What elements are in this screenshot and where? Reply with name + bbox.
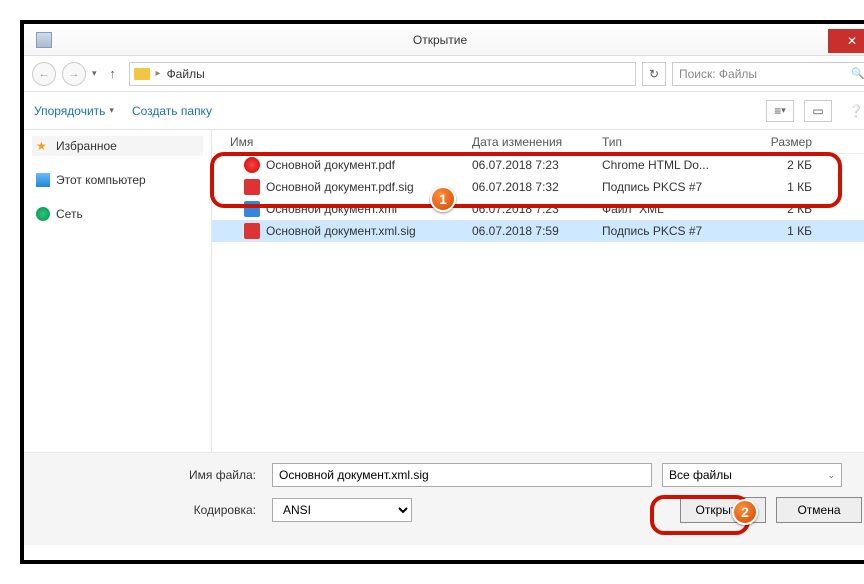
col-date[interactable]: Дата изменения bbox=[472, 135, 602, 149]
address-bar[interactable]: ▸ Файлы bbox=[129, 62, 636, 86]
sidebar-network[interactable]: Сеть bbox=[32, 204, 203, 224]
file-type: Подпись PKCS #7 bbox=[602, 224, 752, 238]
close-button[interactable]: ✕ bbox=[828, 29, 864, 53]
app-icon bbox=[36, 32, 52, 48]
folder-icon bbox=[134, 68, 150, 80]
col-name[interactable]: Имя bbox=[212, 135, 472, 149]
view-options-button[interactable]: ≡ ▾ bbox=[766, 100, 794, 122]
toolbar: Упорядочить ▾ Создать папку ≡ ▾ ▭ ❔ bbox=[24, 92, 864, 130]
history-dropdown[interactable]: ▾ bbox=[92, 68, 97, 79]
file-size: 1 КБ bbox=[752, 224, 822, 238]
file-row[interactable]: Основной документ.xml 06.07.2018 7:23Файл… bbox=[212, 198, 864, 220]
sidebar-computer[interactable]: Этот компьютер bbox=[32, 170, 203, 190]
bottom-panel: Имя файла: Все файлы ⌄ Кодировка: ANSI О… bbox=[24, 452, 864, 545]
breadcrumb-item[interactable]: Файлы bbox=[167, 67, 205, 81]
col-size[interactable]: Размер bbox=[752, 135, 822, 149]
network-icon bbox=[36, 207, 50, 221]
file-date: 06.07.2018 7:23 bbox=[472, 202, 602, 216]
help-button[interactable]: ❔ bbox=[842, 100, 864, 122]
up-button[interactable]: ↑ bbox=[103, 64, 123, 84]
file-size: 2 КБ bbox=[752, 202, 822, 216]
breadcrumb-sep-icon: ▸ bbox=[156, 68, 161, 79]
file-date: 06.07.2018 7:59 bbox=[472, 224, 602, 238]
file-date: 06.07.2018 7:32 bbox=[472, 180, 602, 194]
nav-bar: ← → ▾ ↑ ▸ Файлы ↻ Поиск: Файлы bbox=[24, 56, 864, 92]
new-folder-button[interactable]: Создать папку bbox=[132, 104, 212, 118]
organize-menu[interactable]: Упорядочить ▾ bbox=[34, 104, 114, 118]
star-icon: ★ bbox=[36, 139, 50, 153]
file-type-icon bbox=[244, 201, 260, 217]
encoding-label: Кодировка: bbox=[42, 503, 262, 517]
file-date: 06.07.2018 7:23 bbox=[472, 158, 602, 172]
file-type: Chrome HTML Do... bbox=[602, 158, 752, 172]
file-row[interactable]: Основной документ.pdf 06.07.2018 7:23Chro… bbox=[212, 154, 864, 176]
file-type-filter[interactable]: Все файлы ⌄ bbox=[662, 463, 842, 487]
file-name: Основной документ.xml bbox=[266, 202, 397, 216]
column-headers: Имя Дата изменения Тип Размер bbox=[212, 130, 864, 154]
encoding-select[interactable]: ANSI bbox=[272, 498, 412, 522]
body-area: ★ Избранное Этот компьютер Сеть Имя Дата… bbox=[24, 130, 864, 452]
file-name: Основной документ.pdf.sig bbox=[266, 180, 414, 194]
file-list: Имя Дата изменения Тип Размер Основной д… bbox=[212, 130, 864, 452]
file-row[interactable]: Основной документ.xml.sig 06.07.2018 7:59… bbox=[212, 220, 864, 242]
search-input[interactable]: Поиск: Файлы bbox=[672, 62, 864, 86]
search-placeholder: Поиск: Файлы bbox=[679, 67, 757, 81]
computer-icon bbox=[36, 173, 50, 187]
cancel-button[interactable]: Отмена bbox=[776, 497, 862, 523]
file-type-icon bbox=[244, 223, 260, 239]
file-name: Основной документ.xml.sig bbox=[266, 224, 416, 238]
sidebar-favorites[interactable]: ★ Избранное bbox=[32, 136, 203, 156]
file-type-icon bbox=[244, 179, 260, 195]
file-size: 2 КБ bbox=[752, 158, 822, 172]
file-name: Основной документ.pdf bbox=[266, 158, 395, 172]
refresh-button[interactable]: ↻ bbox=[642, 62, 666, 86]
col-type[interactable]: Тип bbox=[602, 135, 752, 149]
chevron-down-icon: ⌄ bbox=[827, 470, 835, 481]
chevron-down-icon: ▾ bbox=[109, 105, 114, 116]
open-button[interactable]: Открыть ▾ bbox=[680, 497, 766, 523]
file-type: Файл "XML" bbox=[602, 202, 752, 216]
file-open-dialog: Открытие ✕ ← → ▾ ↑ ▸ Файлы ↻ Поиск: Файл… bbox=[20, 20, 864, 564]
filename-input[interactable] bbox=[272, 463, 652, 487]
window-title: Открытие bbox=[52, 33, 828, 47]
preview-pane-button[interactable]: ▭ bbox=[804, 100, 832, 122]
file-type-icon bbox=[244, 157, 260, 173]
file-row[interactable]: Основной документ.pdf.sig 06.07.2018 7:32… bbox=[212, 176, 864, 198]
sidebar: ★ Избранное Этот компьютер Сеть bbox=[24, 130, 212, 452]
forward-button[interactable]: → bbox=[62, 62, 86, 86]
titlebar: Открытие ✕ bbox=[24, 24, 864, 56]
file-size: 1 КБ bbox=[752, 180, 822, 194]
back-button[interactable]: ← bbox=[32, 62, 56, 86]
filename-label: Имя файла: bbox=[42, 468, 262, 482]
file-type: Подпись PKCS #7 bbox=[602, 180, 752, 194]
